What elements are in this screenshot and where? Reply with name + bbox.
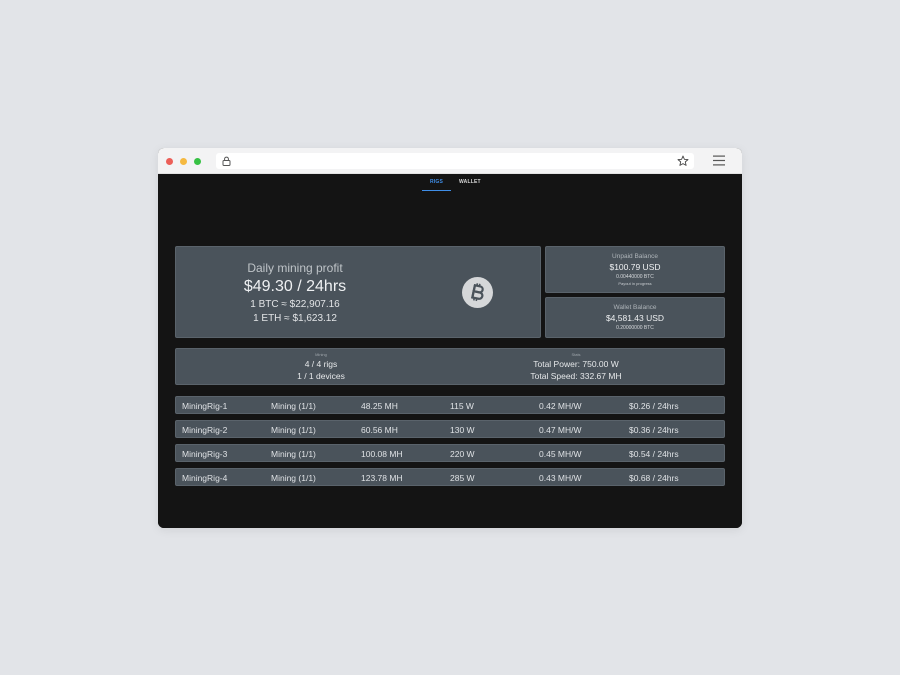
hamburger-menu-icon[interactable] — [713, 155, 725, 166]
stats-summary-heading: Stats — [571, 352, 581, 357]
rig-speed: 100.08 MH — [361, 449, 403, 459]
total-speed: Total Speed: 332.67 MH — [530, 371, 622, 381]
rig-row[interactable]: MiningRig-1 Mining (1/1) 48.25 MH 115 W … — [175, 396, 725, 414]
rig-efficiency: 0.42 MH/W — [539, 401, 582, 411]
wallet-balance-btc: 0.20000000 BTC — [616, 325, 654, 331]
daily-profit-amount: $49.30 / 24hrs — [243, 278, 347, 295]
rig-row[interactable]: MiningRig-3 Mining (1/1) 100.08 MH 220 W… — [175, 444, 725, 462]
wallet-balance-usd: $4,581.43 USD — [605, 313, 665, 323]
rig-row[interactable]: MiningRig-4 Mining (1/1) 123.78 MH 285 W… — [175, 468, 725, 486]
rig-row[interactable]: MiningRig-2 Mining (1/1) 60.56 MH 130 W … — [175, 420, 725, 438]
rig-power: 285 W — [450, 473, 475, 483]
rigs-count: 4 / 4 rigs — [304, 359, 338, 369]
bitcoin-icon — [462, 277, 493, 308]
daily-profit-card: Daily mining profit $49.30 / 24hrs 1 BTC… — [175, 246, 541, 338]
browser-toolbar — [158, 148, 742, 174]
rig-status: Mining (1/1) — [271, 449, 316, 459]
minimize-window-button[interactable] — [180, 158, 187, 165]
unpaid-balance-label: Unpaid Balance — [612, 253, 658, 260]
stats-summary: Stats Total Power: 750.00 W Total Speed:… — [486, 352, 666, 381]
close-window-button[interactable] — [166, 158, 173, 165]
unpaid-balance-btc: 0.00440000 BTC — [616, 274, 654, 280]
rig-status: Mining (1/1) — [271, 425, 316, 435]
lock-icon — [222, 156, 231, 166]
eth-rate: 1 ETH ≈ $1,623.12 — [253, 313, 337, 324]
rig-profit: $0.26 / 24hrs — [629, 401, 679, 411]
rig-power: 220 W — [450, 449, 475, 459]
mining-summary-heading: Mining — [315, 352, 327, 357]
rig-efficiency: 0.45 MH/W — [539, 449, 582, 459]
summary-card: Mining 4 / 4 rigs 1 / 1 devices Stats To… — [175, 348, 725, 385]
tab-bar: RIGS WALLET — [422, 177, 489, 191]
browser-window: RIGS WALLET Daily mining profit $49.30 /… — [158, 148, 742, 528]
payout-status: Payout in progress — [618, 281, 652, 286]
wallet-balance-card: Wallet Balance $4,581.43 USD 0.20000000 … — [545, 297, 725, 338]
address-bar[interactable] — [216, 153, 694, 169]
rig-power: 115 W — [450, 401, 474, 411]
maximize-window-button[interactable] — [194, 158, 201, 165]
tab-wallet[interactable]: WALLET — [451, 177, 489, 191]
unpaid-balance-usd: $100.79 USD — [609, 262, 661, 272]
bookmark-star-icon[interactable] — [677, 155, 689, 167]
tab-rigs[interactable]: RIGS — [422, 177, 452, 191]
unpaid-balance-card: Unpaid Balance $100.79 USD 0.00440000 BT… — [545, 246, 725, 293]
rig-name: MiningRig-4 — [182, 473, 228, 483]
mining-summary: Mining 4 / 4 rigs 1 / 1 devices — [236, 352, 406, 381]
rig-profit: $0.54 / 24hrs — [629, 449, 679, 459]
rig-efficiency: 0.47 MH/W — [539, 425, 582, 435]
daily-profit-label: Daily mining profit — [247, 261, 343, 275]
btc-rate: 1 BTC ≈ $22,907.16 — [250, 299, 340, 310]
rig-speed: 60.56 MH — [361, 425, 398, 435]
wallet-balance-label: Wallet Balance — [613, 304, 657, 311]
app-content: RIGS WALLET Daily mining profit $49.30 /… — [158, 174, 742, 528]
rig-name: MiningRig-3 — [182, 449, 228, 459]
rig-name: MiningRig-2 — [182, 425, 228, 435]
rig-profit: $0.68 / 24hrs — [629, 473, 679, 483]
rig-efficiency: 0.43 MH/W — [539, 473, 582, 483]
rig-speed: 123.78 MH — [361, 473, 403, 483]
devices-count: 1 / 1 devices — [297, 371, 345, 381]
rig-status: Mining (1/1) — [271, 473, 316, 483]
rig-speed: 48.25 MH — [361, 401, 398, 411]
rig-status: Mining (1/1) — [271, 401, 316, 411]
rig-power: 130 W — [450, 425, 475, 435]
rig-name: MiningRig-1 — [182, 401, 228, 411]
total-power: Total Power: 750.00 W — [533, 359, 619, 369]
rig-profit: $0.36 / 24hrs — [629, 425, 679, 435]
